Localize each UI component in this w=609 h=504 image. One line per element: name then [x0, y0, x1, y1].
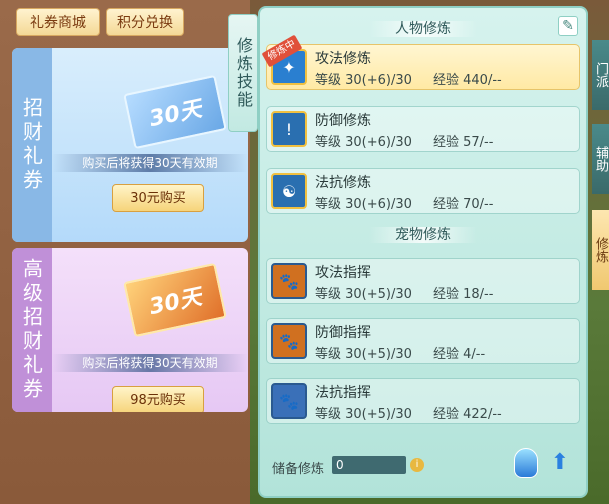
card-side-label: 招财礼券	[12, 48, 52, 242]
skill-name: 攻法修炼	[315, 51, 371, 67]
card-side-label: 高级招财礼券	[12, 248, 52, 412]
skill-exp: 经验 4/--	[433, 347, 486, 362]
paw-attack-icon: 🐾	[271, 263, 307, 299]
skill-exp: 经验 70/--	[433, 197, 494, 212]
ticket-image: 30天	[123, 74, 227, 150]
paw-resist-icon: 🐾	[271, 383, 307, 419]
skill-name: 法抗指挥	[315, 385, 371, 401]
skill-name: 法抗修炼	[315, 175, 371, 191]
defense-shield-icon: !	[271, 111, 307, 147]
skill-row[interactable]: ✦ 修炼中 攻法修炼 等级 30(+6)/30 经验 440/--	[261, 34, 580, 90]
tab-assist[interactable]: 辅助	[592, 124, 609, 194]
tab-cultivation[interactable]: 修炼	[592, 210, 609, 290]
card-description: 购买后将获得30天有效期	[52, 354, 248, 372]
skill-row[interactable]: ! 防御修炼 等级 30(+6)/30 经验 57/--	[266, 106, 580, 152]
cultivation-skills-tab[interactable]: 修炼技能	[228, 14, 258, 132]
skill-level: 等级 30(+5)/30	[315, 287, 412, 302]
section-title-character: 人物修炼	[260, 18, 586, 40]
tab-points-exchange[interactable]: 积分兑换	[106, 8, 184, 36]
skill-level: 等级 30(+6)/30	[315, 135, 412, 150]
skill-name: 防御指挥	[315, 325, 371, 341]
skill-name: 攻法指挥	[315, 265, 371, 281]
shop-panel: 礼券商城 积分兑换 招财礼券 30天 购买后将获得30天有效期 30元购买 高级…	[0, 0, 250, 504]
info-icon[interactable]: i	[410, 458, 424, 472]
paw-defense-icon: 🐾	[271, 323, 307, 359]
skill-row[interactable]: 🐾 攻法指挥 等级 30(+5)/30 经验 18/--	[266, 258, 580, 304]
premium-coupon-card: 高级招财礼券 30天 购买后将获得30天有效期 98元购买	[12, 248, 248, 412]
potion-icon[interactable]	[514, 448, 538, 478]
buy-98-button[interactable]: 98元购买	[112, 386, 204, 412]
skill-exp: 经验 57/--	[433, 135, 494, 150]
skill-level: 等级 30(+5)/30	[315, 347, 412, 362]
skill-row[interactable]: 🐾 防御指挥 等级 30(+5)/30 经验 4/--	[266, 318, 580, 364]
skill-level: 等级 30(+5)/30	[315, 407, 412, 422]
upgrade-arrow-icon[interactable]: ⬆	[548, 450, 572, 476]
skill-name: 防御修炼	[315, 113, 371, 129]
skill-exp: 经验 18/--	[433, 287, 494, 302]
skill-level: 等级 30(+6)/30	[315, 73, 412, 88]
buy-30-button[interactable]: 30元购买	[112, 184, 204, 212]
reserve-value: 0	[332, 456, 406, 474]
reserve-label: 储备修炼	[272, 462, 325, 477]
tab-coupon-mall[interactable]: 礼券商城	[16, 8, 100, 36]
section-title-pet: 宠物修炼	[260, 224, 586, 246]
skill-row[interactable]: 🐾 法抗指挥 等级 30(+5)/30 经验 422/--	[266, 378, 580, 424]
skill-level: 等级 30(+6)/30	[315, 197, 412, 212]
card-description: 购买后将获得30天有效期	[52, 154, 248, 172]
ticket-image: 30天	[123, 262, 227, 338]
skill-exp: 经验 422/--	[433, 407, 502, 422]
yin-yang-shield-icon: ☯	[271, 173, 307, 209]
tab-sect[interactable]: 门派	[592, 40, 609, 110]
cultivation-panel: ✎ 人物修炼 ✦ 修炼中 攻法修炼 等级 30(+6)/30 经验 440/--…	[258, 6, 588, 498]
skill-row[interactable]: ☯ 法抗修炼 等级 30(+6)/30 经验 70/--	[266, 168, 580, 214]
coupon-card: 招财礼券 30天 购买后将获得30天有效期 30元购买	[12, 48, 248, 242]
skill-exp: 经验 440/--	[433, 73, 502, 88]
